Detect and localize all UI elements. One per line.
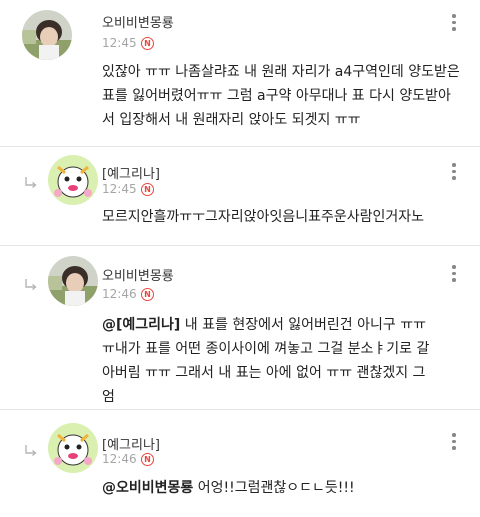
comment-text-line: ㅠ내가 표를 어떤 종이사이에 껴놓고 그걸 분소ㅑ기로 갈	[102, 341, 430, 357]
reply-item: [예그리나] 12:46 N @오비비변몽룡 어엉!!그럼괜찮ㅇㄷㄴ듯!!!	[0, 409, 480, 517]
comment-text-line: 아버림 ㅠㅠ 그래서 내 표는 아에 없어 ㅠㅠ 괜찮겠지 그	[102, 365, 426, 381]
comment-text-line: 엄	[102, 389, 115, 405]
comment-text-segment: 내 표를 현장에서 잃어버린건 아니구 ㅠㅠ	[180, 317, 426, 333]
comment-text-line: 표를 잃어버렸어ㅠㅠ 그럼 a구약 아무대나 표 다시 양도받아	[102, 88, 451, 104]
comment-text-line: 모르지안흘까ㅠㅜ그자리앉아잇음니표주운사람인거자노	[102, 209, 424, 225]
reply-arrow-icon	[25, 279, 37, 291]
more-vertical-icon[interactable]	[451, 14, 457, 36]
comment-text: @[예그리나] 내 표를 현장에서 잃어버린건 아니구 ㅠㅠ ㅠ내가 표를 어떤…	[102, 313, 429, 409]
comment-author[interactable]: 오비비변몽룡	[102, 12, 174, 31]
reply-arrow-icon	[25, 177, 37, 189]
mention-link[interactable]: @오비비변몽룡	[102, 480, 193, 496]
comment-text-line: @오비비변몽룡 어엉!!그럼괜찮ㅇㄷㄴ듯!!!	[102, 476, 355, 500]
new-badge-icon: N	[141, 288, 154, 301]
new-badge-icon: N	[141, 37, 154, 50]
comment-time: 12:46	[102, 452, 137, 466]
comment-time: 12:45	[102, 36, 137, 50]
avatar[interactable]	[48, 256, 98, 306]
reply-item: [예그리나] 12:45 N 모르지안흘까ㅠㅜ그자리앉아잇음니표주운사람인거자노	[0, 146, 480, 246]
new-badge-icon: N	[141, 453, 154, 466]
comment-item: 오비비변몽룡 12:45 N 있잖아 ㅠㅠ 나좀살랴죠 내 원래 자리가 a4구…	[0, 0, 480, 150]
comment-text-segment: 어엉!!그럼괜찮ㅇㄷㄴ듯!!!	[193, 480, 355, 496]
comment-time: 12:45	[102, 182, 137, 196]
avatar[interactable]	[48, 155, 98, 205]
comment-text-line: 있잖아 ㅠㅠ 나좀살랴죠 내 원래 자리가 a4구역인데 양도받은	[102, 64, 460, 80]
comment-author[interactable]: 오비비변몽룡	[102, 265, 174, 284]
comment-time: 12:46	[102, 287, 137, 301]
reply-arrow-icon	[25, 445, 37, 457]
comment-text: 모르지안흘까ㅠㅜ그자리앉아잇음니표주운사람인거자노	[102, 205, 424, 229]
more-vertical-icon[interactable]	[451, 433, 457, 455]
avatar[interactable]	[48, 423, 98, 473]
new-badge-icon: N	[141, 183, 154, 196]
comment-author[interactable]: [예그리나]	[102, 434, 160, 453]
comment-author[interactable]: [예그리나]	[102, 163, 160, 182]
comment-item: 오비비변몽룡 12:46 N @[예그리나] 내 표를 현장에서 잃어버린건 아…	[0, 245, 480, 410]
more-vertical-icon[interactable]	[451, 163, 457, 185]
comment-text-line: 서 입장해서 내 원래자리 앉아도 되겟지 ㅠㅠ	[102, 112, 361, 128]
avatar[interactable]	[22, 10, 72, 60]
comment-text-line: @[예그리나] 내 표를 현장에서 잃어버린건 아니구 ㅠㅠ	[102, 313, 429, 337]
more-vertical-icon[interactable]	[451, 265, 457, 287]
comment-text: @오비비변몽룡 어엉!!그럼괜찮ㅇㄷㄴ듯!!!	[102, 476, 355, 500]
comment-text: 있잖아 ㅠㅠ 나좀살랴죠 내 원래 자리가 a4구역인데 양도받은 표를 잃어버…	[102, 60, 460, 132]
mention-link[interactable]: @[예그리나]	[102, 317, 180, 333]
